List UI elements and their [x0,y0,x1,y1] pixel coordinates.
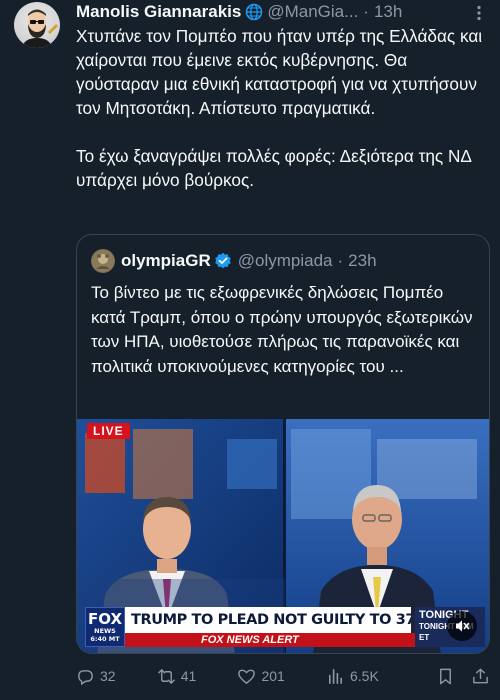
author-avatar[interactable] [14,2,60,48]
heart-icon [238,669,256,684]
tweet-paragraph-2: Το έχω ξαναγράψει πολλές φορές: Δεξιότερ… [76,146,471,190]
like-count: 201 [261,668,285,684]
tweet-text: Χτυπάνε τον Πομπέο που ήταν υπέρ της Ελλ… [76,24,490,192]
like-button[interactable]: 201 [237,667,285,686]
quote-author-avatar[interactable] [91,249,115,273]
quote-author-name[interactable]: olympiaGR [121,251,211,271]
mute-button[interactable] [447,611,477,641]
globe-icon [245,3,263,21]
retweet-icon [157,668,175,684]
tweet-header: Manolis Giannarakis @ManGia... · 13h [76,0,488,24]
quote-header: olympiaGR @olympiada · 23h [91,249,479,273]
bookmark-icon[interactable] [436,667,455,686]
speaker-muted-icon [456,620,470,632]
quote-text: Το βίντεο με τις εξωφρενικές δηλώσεις Πο… [91,283,473,376]
news-alert-bar: FOX NEWS ALERT [125,633,415,647]
more-options-icon[interactable] [470,4,488,22]
tweet-time[interactable]: 13h [374,2,402,22]
news-chyron: TRUMP TO PLEAD NOT GUILTY TO 37 FEDERAL … [125,607,411,633]
tweet-paragraph-1: Χτυπάνε τον Πομπέο που ήταν υπέρ της Ελλ… [76,26,483,118]
logo-news-text: NEWS [94,627,116,635]
video-player[interactable]: LIVE FOX NEWS 6:40 MT TRUMP TO PLEAD NOT… [77,419,489,653]
quote-author-handle[interactable]: @olympiada [238,251,333,271]
reply-icon [78,669,93,685]
live-badge: LIVE [87,423,130,439]
author-handle[interactable]: @ManGia... [267,2,358,22]
reply-button[interactable]: 32 [76,667,116,686]
verified-badge-icon [214,252,232,270]
logo-time-text: 6:40 MT [90,635,120,643]
retweet-count: 41 [180,668,197,684]
logo-fox-text: FOX [87,610,123,628]
view-count: 6.5K [349,668,379,684]
secondary-actions [420,667,490,686]
separator-dot: · [337,251,344,270]
share-icon[interactable] [471,667,490,686]
tweet-actions: 32 41 201 6.5K [76,664,490,688]
separator-dot: · [363,2,369,21]
author-name[interactable]: Manolis Giannarakis [76,2,241,22]
quote-time[interactable]: 23h [348,251,376,271]
retweet-button[interactable]: 41 [157,667,197,686]
reply-count: 32 [100,668,116,684]
views-chart-icon [328,668,342,684]
fox-news-logo: FOX NEWS 6:40 MT [85,607,125,647]
quoted-tweet[interactable]: olympiaGR @olympiada · 23h Το βίντεο με … [76,234,490,654]
views-button[interactable]: 6.5K [326,667,379,686]
